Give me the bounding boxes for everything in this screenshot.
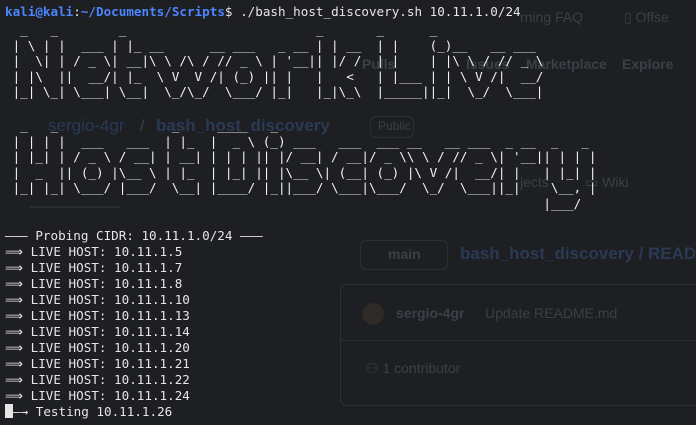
- live-host-line: ⟹ LIVE HOST: 10.11.1.22: [5, 372, 190, 388]
- prompt-path: ~/Documents/Scripts: [80, 4, 225, 19]
- testing-arrow: —→: [13, 404, 36, 419]
- live-host-line: ⟹ LIVE HOST: 10.11.1.5: [5, 244, 182, 260]
- screen: rning FAQ ▯ Offse Pulls Issues Marketpla…: [0, 0, 696, 425]
- live-host-ip: 10.11.1.20: [114, 340, 190, 355]
- live-host-line: ⟹ LIVE HOST: 10.11.1.24: [5, 388, 190, 404]
- terminal-cursor: [5, 404, 13, 418]
- live-host-line: ⟹ LIVE HOST: 10.11.1.8: [5, 276, 182, 292]
- prompt-line: kali@kali:~/Documents/Scripts$ ./bash_ho…: [5, 4, 521, 20]
- live-host-prefix: ⟹ LIVE HOST:: [5, 388, 115, 403]
- live-host-ip: 10.11.1.14: [114, 324, 190, 339]
- live-host-line: ⟹ LIVE HOST: 10.11.1.13: [5, 308, 190, 324]
- live-host-prefix: ⟹ LIVE HOST:: [5, 292, 115, 307]
- live-host-ip: 10.11.1.10: [114, 292, 190, 307]
- live-host-prefix: ⟹ LIVE HOST:: [5, 260, 115, 275]
- live-host-ip: 10.11.1.7: [114, 260, 183, 275]
- probing-line: ——— Probing CIDR: 10.11.1.0/24 ———: [5, 228, 263, 243]
- live-host-line: ⟹ LIVE HOST: 10.11.1.10: [5, 292, 190, 308]
- testing-line: —→ Testing 10.11.1.26: [5, 404, 172, 420]
- live-host-ip: 10.11.1.24: [114, 388, 190, 403]
- live-host-prefix: ⟹ LIVE HOST:: [5, 244, 115, 259]
- testing-text: Testing 10.11.1.26: [35, 404, 173, 419]
- live-host-prefix: ⟹ LIVE HOST:: [5, 324, 115, 339]
- live-host-ip: 10.11.1.21: [114, 356, 190, 371]
- live-host-ip: 10.11.1.13: [114, 308, 190, 323]
- live-host-prefix: ⟹ LIVE HOST:: [5, 340, 115, 355]
- live-host-line: ⟹ LIVE HOST: 10.11.1.21: [5, 356, 190, 372]
- live-host-prefix: ⟹ LIVE HOST:: [5, 372, 115, 387]
- live-host-prefix: ⟹ LIVE HOST:: [5, 308, 115, 323]
- live-host-ip: 10.11.1.22: [114, 372, 190, 387]
- prompt-symbol: $: [224, 4, 233, 19]
- live-host-ip: 10.11.1.8: [114, 276, 183, 291]
- terminal[interactable]: kali@kali:~/Documents/Scripts$ ./bash_ho…: [0, 0, 696, 425]
- prompt-command: ./bash_host_discovery.sh 10.11.1.0/24: [232, 4, 521, 19]
- live-host-line: ⟹ LIVE HOST: 10.11.1.7: [5, 260, 182, 276]
- prompt-separator: :: [73, 4, 81, 19]
- live-host-line: ⟹ LIVE HOST: 10.11.1.14: [5, 324, 190, 340]
- live-host-prefix: ⟹ LIVE HOST:: [5, 356, 115, 371]
- live-host-prefix: ⟹ LIVE HOST:: [5, 276, 115, 291]
- prompt-user-host: kali@kali: [5, 4, 74, 19]
- banner-host-discovery: _ _ _ ____ _ | | | | ___ ___ | |_ | _ \ …: [12, 118, 597, 211]
- live-host-ip: 10.11.1.5: [114, 244, 183, 259]
- live-host-line: ⟹ LIVE HOST: 10.11.1.20: [5, 340, 190, 356]
- banner-network-live: _ _ _ _ _ _ | \ | | ___ | |_ __ __ ___ _…: [12, 22, 544, 99]
